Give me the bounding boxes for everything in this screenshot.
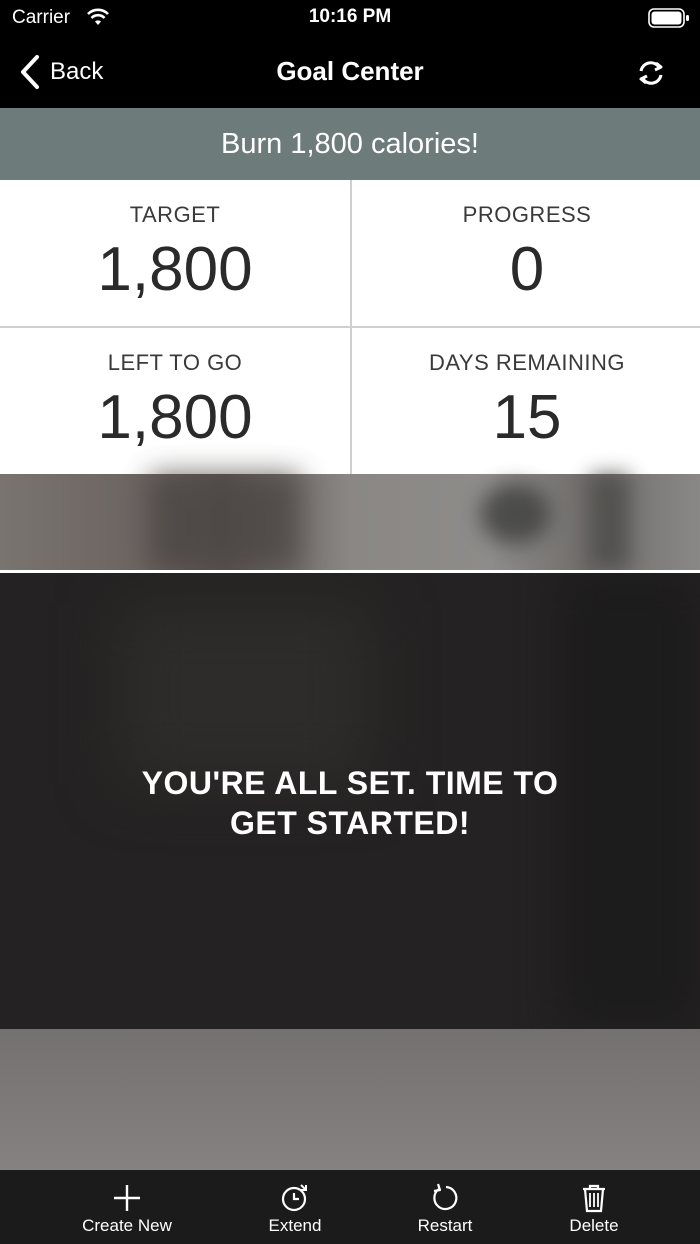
nav-bar: Back Goal Center bbox=[0, 36, 700, 108]
motivation-line-2: GET STARTED! bbox=[229, 805, 471, 841]
target-value: 1,800 bbox=[97, 235, 253, 304]
message-panel: YOU'RE ALL SET. TIME TO GET STARTED! bbox=[0, 573, 700, 1029]
motivation-line-1: YOU'RE ALL SET. TIME TO bbox=[141, 765, 559, 801]
status-time: 10:16 PM bbox=[308, 6, 392, 27]
progress-label: PROGRESS bbox=[462, 202, 592, 227]
bottom-toolbar: Create New Extend Restart Delete bbox=[0, 1170, 700, 1244]
goal-banner: Burn 1,800 calories! bbox=[0, 108, 700, 180]
progress-stat: PROGRESS 0 bbox=[352, 180, 700, 326]
stats-grid: TARGET 1,800 PROGRESS 0 LEFT TO GO 1,800… bbox=[0, 180, 700, 474]
plus-icon bbox=[114, 1185, 140, 1211]
page-title: Goal Center bbox=[276, 56, 424, 86]
left-to-go-value: 1,800 bbox=[97, 383, 253, 452]
stats-divider-horizontal bbox=[0, 326, 700, 328]
extend-button[interactable]: Extend bbox=[215, 1170, 375, 1244]
motivation-message: YOU'RE ALL SET. TIME TO GET STARTED! bbox=[0, 763, 700, 843]
restart-button[interactable]: Restart bbox=[365, 1170, 525, 1244]
trash-icon bbox=[583, 1184, 605, 1213]
restart-icon bbox=[433, 1183, 458, 1211]
target-stat: TARGET 1,800 bbox=[0, 180, 350, 326]
progress-value: 0 bbox=[509, 235, 545, 304]
refresh-icon[interactable] bbox=[636, 58, 666, 88]
create-new-label: Create New bbox=[82, 1216, 172, 1235]
background-photo-bottom bbox=[0, 1029, 700, 1170]
status-bar: Carrier 10:16 PM bbox=[0, 0, 700, 36]
create-new-button[interactable]: Create New bbox=[47, 1170, 207, 1244]
days-remaining-label: DAYS REMAINING bbox=[428, 350, 626, 375]
delete-button[interactable]: Delete bbox=[514, 1170, 674, 1244]
days-remaining-stat: DAYS REMAINING 15 bbox=[352, 328, 700, 474]
delete-label: Delete bbox=[569, 1216, 619, 1235]
days-remaining-value: 15 bbox=[492, 383, 562, 452]
battery-icon bbox=[648, 8, 689, 28]
clock-icon bbox=[281, 1184, 307, 1212]
extend-label: Extend bbox=[268, 1216, 322, 1235]
left-to-go-label: LEFT TO GO bbox=[107, 350, 243, 375]
background-photo-top bbox=[0, 474, 700, 570]
restart-label: Restart bbox=[417, 1216, 473, 1235]
target-label: TARGET bbox=[129, 202, 221, 227]
left-to-go-stat: LEFT TO GO 1,800 bbox=[0, 328, 350, 474]
